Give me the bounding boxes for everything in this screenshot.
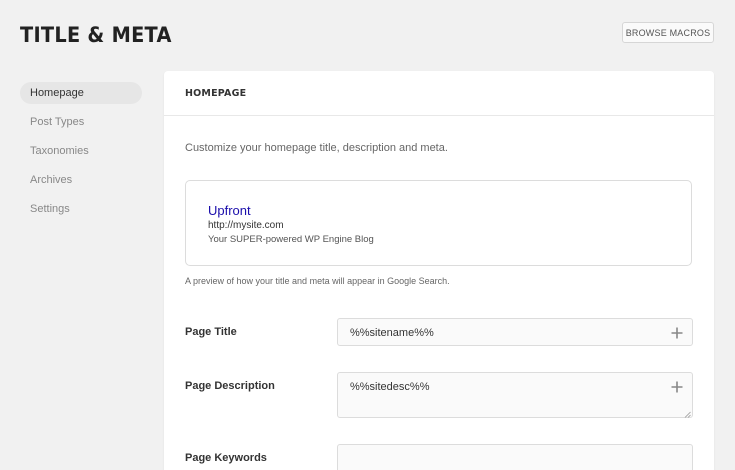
sidebar-item-settings[interactable]: Settings: [20, 198, 142, 220]
preview-url: http://mysite.com: [208, 220, 284, 231]
plus-icon[interactable]: [671, 381, 683, 393]
sidebar-nav: Homepage Post Types Taxonomies Archives …: [20, 82, 142, 227]
sidebar-item-taxonomies[interactable]: Taxonomies: [20, 140, 142, 162]
panel-header: HOMEPAGE: [164, 71, 714, 116]
homepage-panel: HOMEPAGE Customize your homepage title, …: [164, 71, 714, 470]
search-preview-box: Upfront http://mysite.com Your SUPER-pow…: [185, 180, 692, 266]
page-title: TITLE & META: [20, 23, 172, 47]
browse-macros-button[interactable]: BROWSE MACROS: [622, 22, 714, 43]
page-keywords-label: Page Keywords: [185, 452, 267, 464]
preview-note: A preview of how your title and meta wil…: [185, 276, 450, 286]
page-description-label: Page Description: [185, 380, 275, 392]
plus-icon[interactable]: [671, 327, 683, 339]
page-description-value: %%sitedesc%%: [350, 381, 430, 393]
sidebar-item-archives[interactable]: Archives: [20, 169, 142, 191]
page-description-textarea[interactable]: %%sitedesc%%: [337, 372, 693, 418]
panel-heading: HOMEPAGE: [185, 87, 247, 99]
page-title-input[interactable]: %%sitename%%: [337, 318, 693, 346]
preview-title: Upfront: [208, 203, 251, 218]
page-title-label: Page Title: [185, 326, 237, 338]
sidebar-item-homepage[interactable]: Homepage: [20, 82, 142, 104]
page-keywords-textarea[interactable]: [337, 444, 693, 470]
sidebar-item-post-types[interactable]: Post Types: [20, 111, 142, 133]
resize-handle-icon[interactable]: [684, 409, 691, 418]
preview-description: Your SUPER-powered WP Engine Blog: [208, 234, 374, 245]
page-title-value: %%sitename%%: [350, 327, 434, 339]
panel-intro-text: Customize your homepage title, descripti…: [185, 142, 448, 154]
